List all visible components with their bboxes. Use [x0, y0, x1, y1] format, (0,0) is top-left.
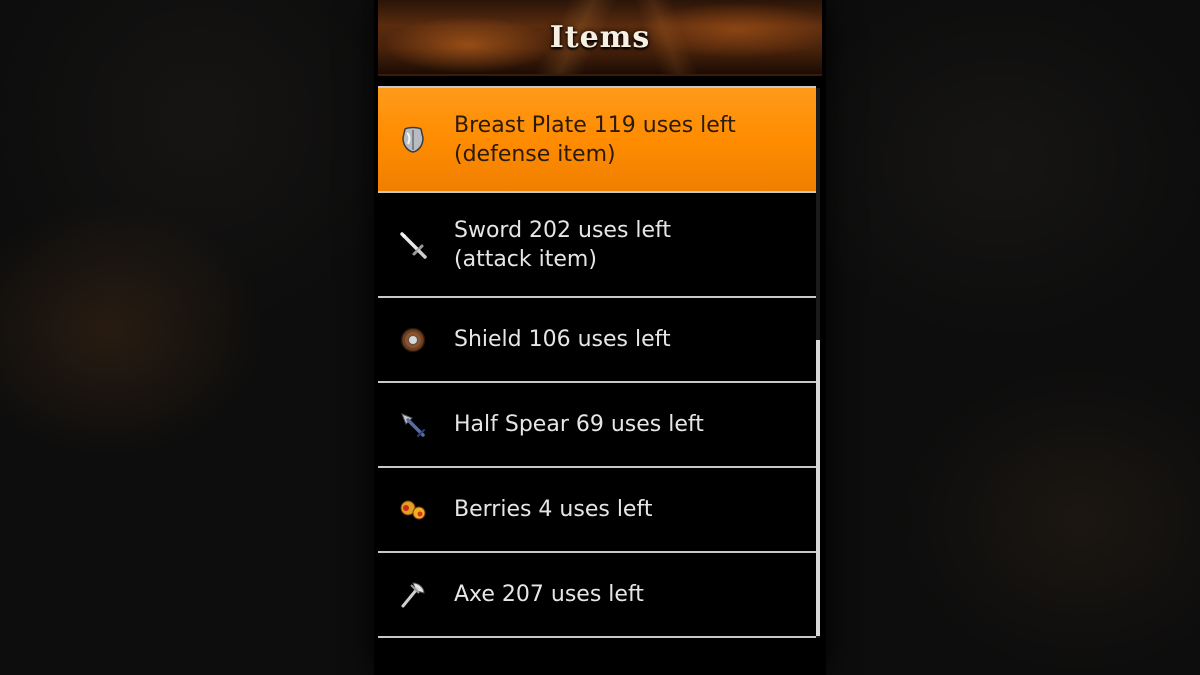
sword-icon	[398, 230, 428, 260]
item-name: Shield 106 uses left	[454, 327, 671, 352]
list-item-berries[interactable]: Berries 4 uses left	[378, 468, 818, 553]
list-item-breast-plate[interactable]: Breast Plate 119 uses left (defense item…	[378, 88, 818, 193]
game-screen: Items Breast Plate 119 uses left (defens…	[374, 0, 826, 675]
axe-icon	[398, 580, 428, 610]
item-name: Breast Plate 119 uses left	[454, 112, 736, 138]
berries-icon	[398, 495, 428, 525]
item-name: Sword 202 uses left	[454, 217, 672, 243]
list-item-sword[interactable]: Sword 202 uses left (attack item)	[378, 193, 818, 298]
item-name: Axe 207 uses left	[454, 582, 644, 607]
item-type: (defense item)	[454, 141, 616, 167]
spear-icon	[398, 410, 428, 440]
breastplate-icon	[398, 125, 428, 155]
page-title: Items	[549, 19, 651, 55]
list-item-shield[interactable]: Shield 106 uses left	[378, 298, 818, 383]
list-item-half-spear[interactable]: Half Spear 69 uses left	[378, 383, 818, 468]
item-type: (attack item)	[454, 246, 597, 272]
item-name: Half Spear 69 uses left	[454, 412, 704, 437]
shield-icon	[398, 325, 428, 355]
list-item-axe[interactable]: Axe 207 uses left	[378, 553, 818, 638]
items-header: Items	[378, 0, 822, 76]
items-list: Breast Plate 119 uses left (defense item…	[378, 88, 818, 675]
item-name: Berries 4 uses left	[454, 497, 653, 522]
scrollbar-thumb[interactable]	[816, 340, 820, 636]
